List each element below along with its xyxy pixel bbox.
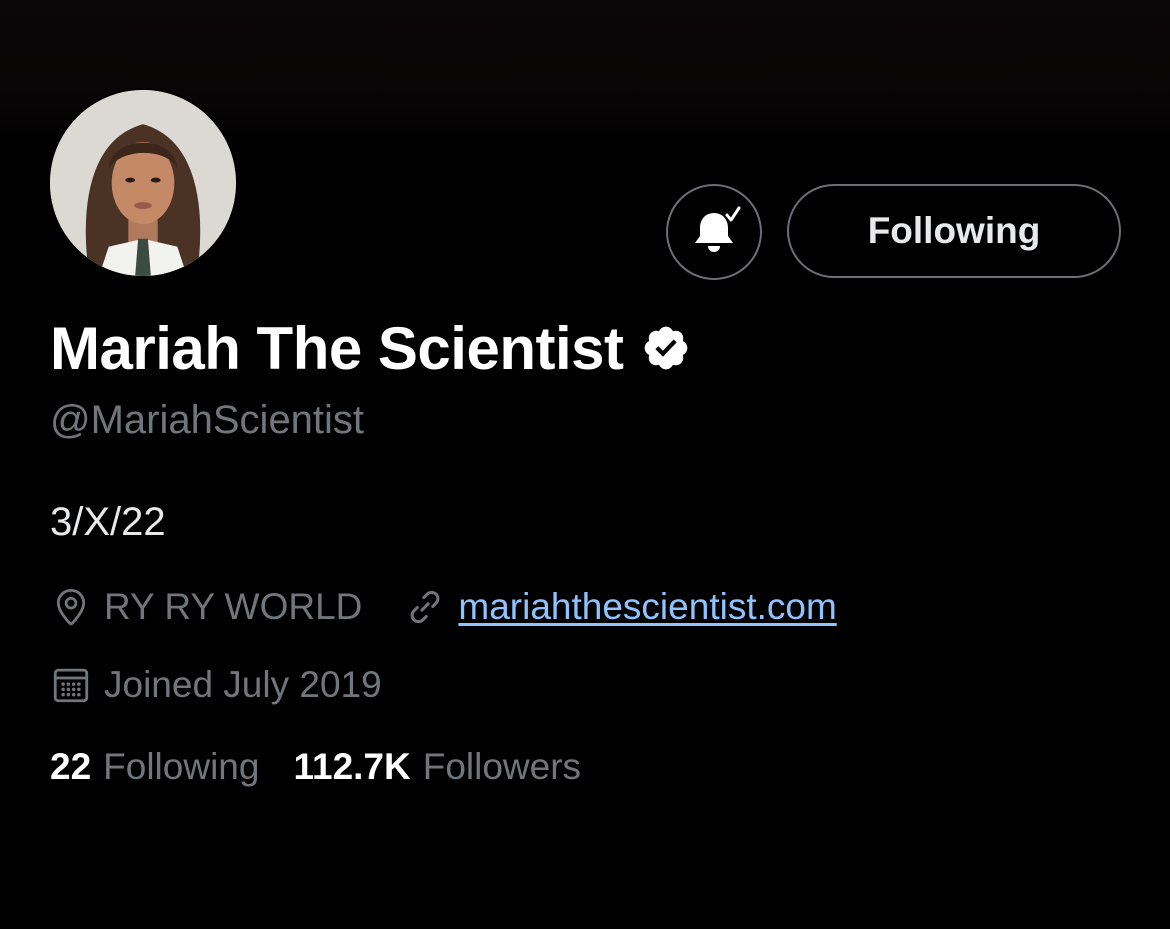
link-icon xyxy=(411,590,440,624)
calendar-icon xyxy=(53,668,89,703)
profile-bio: 3/X/22 xyxy=(50,500,166,544)
following-count: 22 xyxy=(50,746,92,787)
bell-check-icon xyxy=(695,205,741,252)
notifications-button[interactable] xyxy=(666,184,762,280)
avatar[interactable] xyxy=(48,88,238,278)
profile-joined-date: Joined July 2019 xyxy=(104,664,382,705)
profile-location: RY RY WORLD xyxy=(104,586,363,627)
following-button[interactable]: Following xyxy=(787,184,1121,278)
followers-stat-link[interactable]: 112.7K Followers xyxy=(293,746,581,788)
following-button-label: Following xyxy=(867,210,1041,251)
followers-label: Followers xyxy=(422,746,582,787)
location-pin-icon xyxy=(56,588,86,626)
profile-joined-row: Joined July 2019 xyxy=(50,662,382,708)
verified-badge-icon xyxy=(645,326,688,370)
profile-website-link[interactable]: mariahthescientist.com xyxy=(458,586,836,628)
user-handle: @MariahScientist xyxy=(50,398,365,442)
avatar-image xyxy=(50,90,236,276)
following-stat-link[interactable]: 22 Following xyxy=(50,746,259,788)
profile-stats: 22 Following 112.7K Followers xyxy=(50,746,581,788)
display-name: Mariah The Scientist xyxy=(50,314,624,382)
profile-meta-row: RY RY WORLD mariahthescientist.com xyxy=(50,584,837,630)
followers-count: 112.7K xyxy=(293,746,411,787)
display-name-row: Mariah The Scientist xyxy=(50,312,691,384)
following-label: Following xyxy=(103,746,260,787)
